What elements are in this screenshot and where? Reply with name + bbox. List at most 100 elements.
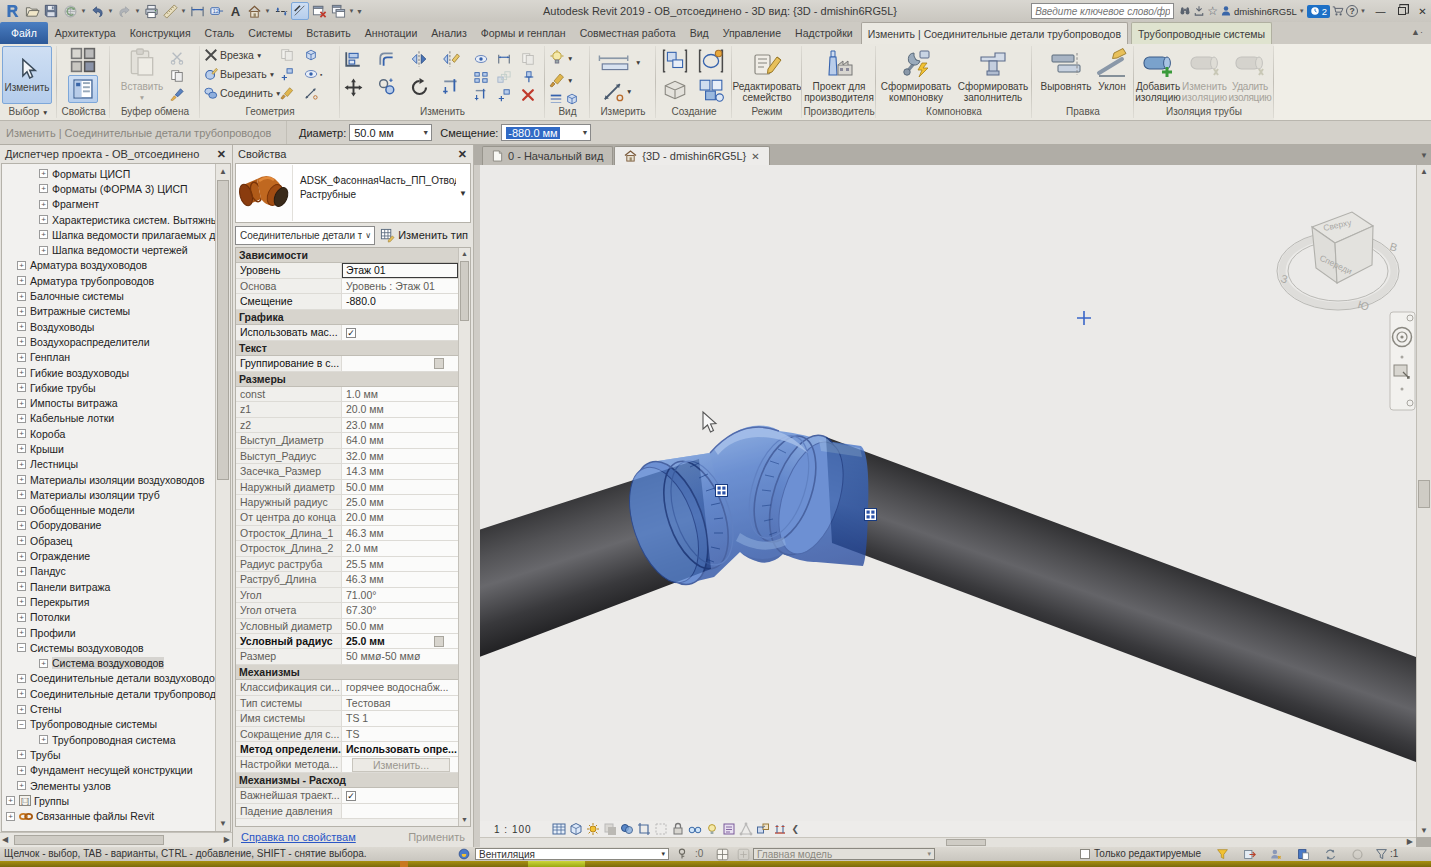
tree-item[interactable]: +Материалы изоляции воздуховодов: [2, 472, 215, 487]
panel-label-create[interactable]: Создание: [656, 106, 732, 119]
tree-expand-icon[interactable]: +: [17, 444, 26, 453]
viewctrl-collapse-icon[interactable]: ❮: [792, 824, 800, 834]
tree-item[interactable]: +Форматы (ФОРМА 3) ЦИСП: [2, 181, 215, 196]
tree-item[interactable]: +Фундамент несущей конструкции: [2, 763, 215, 778]
property-row[interactable]: Сокращение для с...TS: [236, 727, 458, 742]
property-row[interactable]: Размер50 ммø-50 ммø: [236, 649, 458, 664]
property-row[interactable]: Метод определени...Использовать опре...: [236, 742, 458, 757]
type-dropdown-icon[interactable]: ▼: [456, 164, 470, 222]
tree-expand-icon[interactable]: +: [17, 261, 26, 270]
tree-item[interactable]: +Трубопроводная система: [2, 732, 215, 747]
slope-button[interactable]: Уклон: [1094, 47, 1130, 92]
panel-label-mode[interactable]: Режим: [732, 106, 802, 119]
thin-lines-button[interactable]: [291, 2, 309, 20]
property-row[interactable]: Отросток_Длина_22.0 мм: [236, 541, 458, 556]
tree-item[interactable]: +Гибкие трубы: [2, 380, 215, 395]
tree-expand-icon[interactable]: +: [17, 292, 26, 301]
tab-1[interactable]: Конструкция: [124, 22, 197, 44]
measure-qat-button[interactable]: [161, 2, 179, 20]
project-tree-hscrollbar[interactable]: ◀ ▶: [0, 832, 232, 847]
measure-button[interactable]: ▼: [597, 54, 641, 71]
tab-piping-systems[interactable]: Трубопроводные системы: [1131, 22, 1272, 44]
tree-expand-icon[interactable]: +: [39, 184, 48, 193]
property-ellipsis-button[interactable]: [434, 636, 444, 647]
compass-east[interactable]: В: [1389, 240, 1399, 254]
justify-button[interactable]: Выровнять: [1038, 47, 1094, 92]
redo-dropdown-icon[interactable]: ▼: [134, 2, 141, 20]
copy-element-button[interactable]: [378, 78, 396, 96]
tree-expand-icon[interactable]: +: [17, 766, 26, 775]
tab-0[interactable]: Архитектура: [49, 22, 122, 44]
minimize-icon[interactable]: —: [1374, 6, 1387, 17]
cope-button[interactable]: Врезка▼: [204, 48, 262, 62]
close-icon[interactable]: ✕: [1416, 6, 1429, 17]
tree-expand-icon[interactable]: +: [17, 750, 26, 759]
tab-4[interactable]: Вставить: [300, 22, 357, 44]
tree-expand-icon[interactable]: +: [17, 628, 26, 637]
compass-south[interactable]: Ю: [1357, 298, 1371, 313]
property-row[interactable]: const1.0 мм: [236, 387, 458, 402]
panel-label-modify[interactable]: Изменить: [340, 106, 545, 119]
temporary-view-properties-icon[interactable]: [722, 822, 736, 836]
tree-expand-icon[interactable]: +: [39, 230, 48, 239]
clipboard-status-icon[interactable]: [1297, 848, 1310, 861]
tree-item[interactable]: +Фрагмент: [2, 197, 215, 212]
editable-only-checkbox[interactable]: [1080, 849, 1090, 859]
tab-11[interactable]: Надстройки: [789, 22, 859, 44]
array-copy-button[interactable]: [497, 88, 511, 102]
panel-label-insulation[interactable]: Изоляция трубы: [1134, 106, 1274, 119]
tree-expand-icon[interactable]: +: [17, 613, 26, 622]
property-row[interactable]: Выступ_Диаметр64.0 мм: [236, 433, 458, 448]
tree-expand-icon[interactable]: +: [39, 735, 48, 744]
tree-expand-icon[interactable]: +: [17, 490, 26, 499]
tree-expand-icon[interactable]: +: [6, 796, 15, 805]
tab-2[interactable]: Сталь: [199, 22, 241, 44]
property-row[interactable]: Использовать мас...✓: [236, 325, 458, 340]
viewcube[interactable]: Ю В З Сверху Спереди: [1277, 212, 1399, 313]
tree-item[interactable]: +Оборудование: [2, 518, 215, 533]
create-similar-button[interactable]: [698, 48, 724, 74]
design-options-icon[interactable]: [716, 848, 729, 861]
panel-label-geometry[interactable]: Геометрия: [200, 106, 340, 119]
tree-item[interactable]: +Импосты витража: [2, 395, 215, 410]
scale-button-ribbon[interactable]: [497, 70, 511, 84]
tree-item[interactable]: +Потолки: [2, 610, 215, 625]
tree-item[interactable]: +Характеристика систем. Вытяжные: [2, 212, 215, 227]
tree-item[interactable]: +Шапка ведомости чертежей: [2, 242, 215, 257]
save-button[interactable]: [42, 2, 60, 20]
tree-expand-icon[interactable]: +: [17, 276, 26, 285]
tree-item[interactable]: +Система воздуховодов: [2, 656, 215, 671]
tree-item[interactable]: +Форматы ЦИСП: [2, 166, 215, 181]
tree-item[interactable]: +Образец: [2, 533, 215, 548]
sun-path-icon[interactable]: [586, 822, 600, 836]
viewport-pin-icon[interactable]: ▼: [1420, 151, 1428, 160]
property-row[interactable]: z223.0 мм: [236, 418, 458, 433]
tab-5[interactable]: Аннотации: [359, 22, 424, 44]
tree-hscroll-thumb[interactable]: [14, 835, 164, 845]
tree-item[interactable]: +Витражные системы: [2, 304, 215, 319]
design-options-edit-icon[interactable]: [737, 848, 750, 861]
tree-expand-icon[interactable]: +: [39, 246, 48, 255]
array-button[interactable]: [474, 70, 488, 84]
property-row[interactable]: Засечка_Размер14.3 мм: [236, 464, 458, 479]
align-button[interactable]: [344, 50, 362, 68]
property-row[interactable]: Падение давления: [236, 804, 458, 819]
tree-expand-icon[interactable]: +: [17, 399, 26, 408]
tree-expand-icon[interactable]: +: [17, 521, 26, 530]
tree-expand-icon[interactable]: +: [17, 689, 26, 698]
panel-label-manufacturer[interactable]: Производитель: [802, 106, 876, 119]
ribbon-collapse-icon[interactable]: ▲·: [1411, 27, 1423, 37]
panel-label-select[interactable]: Выбор ▼: [0, 106, 57, 119]
properties-help-link[interactable]: Справка по свойствам: [241, 831, 356, 843]
trim-button[interactable]: [442, 78, 460, 96]
tree-expand-icon[interactable]: +: [17, 674, 26, 683]
property-row[interactable]: Условный диаметр50.0 мм: [236, 619, 458, 634]
linework-button[interactable]: [549, 92, 579, 106]
property-row[interactable]: Имя системыTS 1: [236, 711, 458, 726]
view-tab-start[interactable]: 0 - Начальный вид: [482, 146, 613, 165]
property-row[interactable]: Смещение-880.0: [236, 294, 458, 309]
diameter-combo[interactable]: 50.0 мм▼: [349, 124, 432, 141]
tree-expand-icon[interactable]: +: [39, 215, 48, 224]
switch-windows-dropdown-icon[interactable]: ▼: [348, 2, 355, 20]
tree-expand-icon[interactable]: +: [39, 200, 48, 209]
